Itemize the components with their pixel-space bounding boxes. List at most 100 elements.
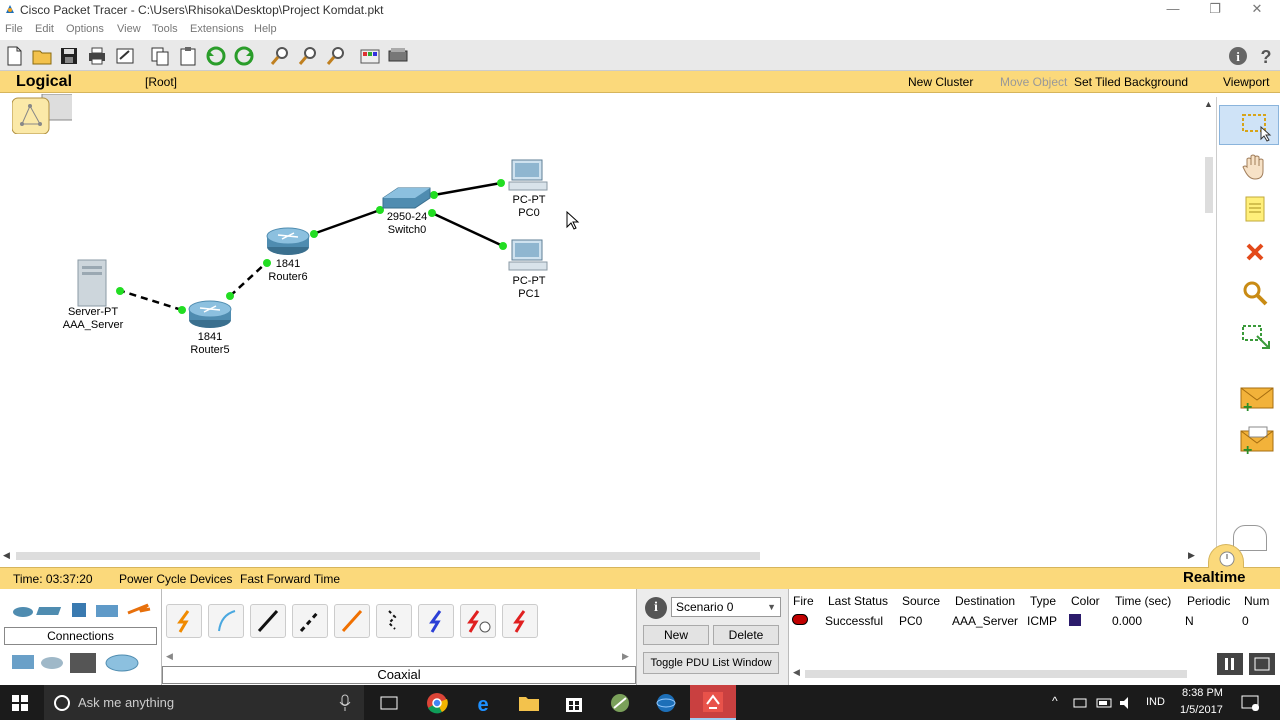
zoom-out-icon[interactable] xyxy=(324,44,348,68)
zoom-reset-icon[interactable] xyxy=(296,44,320,68)
cortana-search-box[interactable]: Ask me anything xyxy=(44,685,364,720)
select-icon[interactable] xyxy=(1237,107,1273,143)
volume-icon[interactable] xyxy=(1118,695,1136,711)
info-icon[interactable]: i xyxy=(1226,44,1250,68)
delete-icon[interactable] xyxy=(1237,234,1273,270)
open-folder-icon[interactable] xyxy=(30,44,54,68)
fire-indicator-icon[interactable] xyxy=(792,614,808,625)
paste-icon[interactable] xyxy=(176,44,200,68)
console-cable-icon[interactable] xyxy=(208,604,244,638)
vertical-scrollbar[interactable]: ▲ xyxy=(1202,97,1216,549)
inspect-icon[interactable] xyxy=(1237,275,1273,311)
menu-file[interactable]: File xyxy=(5,23,23,35)
link-switch0-pc0[interactable] xyxy=(433,181,502,197)
realtime-stopwatch-icon[interactable] xyxy=(1208,544,1244,568)
serial-dte-cable-icon[interactable] xyxy=(502,604,538,638)
menu-edit[interactable]: Edit xyxy=(35,23,54,35)
battery-icon[interactable] xyxy=(1096,695,1114,711)
windows-start-icon[interactable] xyxy=(8,691,32,715)
place-note-icon[interactable] xyxy=(1237,192,1273,228)
custom-device-icon[interactable] xyxy=(386,44,410,68)
packet-tracer-taskbar-button[interactable] xyxy=(690,685,736,720)
device-subcategory-icons[interactable] xyxy=(10,651,155,675)
switch0-icon[interactable] xyxy=(382,187,431,209)
viewport-button[interactable]: Viewport xyxy=(1223,75,1269,89)
pdu-horizontal-scrollbar[interactable]: ◀ xyxy=(789,667,1189,681)
vertical-scroll-thumb[interactable] xyxy=(1205,157,1213,213)
link-router5-router6[interactable] xyxy=(229,262,267,297)
fullscreen-icon[interactable] xyxy=(1249,653,1275,675)
router6-icon[interactable] xyxy=(266,227,310,255)
menu-view[interactable]: View xyxy=(117,23,141,35)
link-switch0-pc1[interactable] xyxy=(431,211,504,248)
conn-scroll-left-icon[interactable]: ◀ xyxy=(166,651,173,662)
edge-browser-icon[interactable]: e xyxy=(471,691,495,716)
chrome-icon[interactable] xyxy=(425,691,449,715)
store-icon[interactable] xyxy=(562,691,586,715)
scenario-select[interactable]: Scenario 0 ▼ xyxy=(671,597,781,617)
zoom-in-icon[interactable] xyxy=(268,44,292,68)
router5-icon[interactable] xyxy=(188,300,232,328)
menu-help[interactable]: Help xyxy=(254,23,277,35)
add-complex-pdu-icon[interactable]: + xyxy=(1235,423,1275,459)
new-cluster-button[interactable]: New Cluster xyxy=(908,75,973,89)
root-breadcrumb[interactable]: [Root] xyxy=(145,75,177,89)
menu-options[interactable]: Options xyxy=(66,23,104,35)
network-workspace[interactable]: Server-PT AAA_Server 1841 Router5 1841 R… xyxy=(0,93,1202,546)
new-scenario-button[interactable]: New xyxy=(643,625,709,645)
activity-wizard-icon[interactable] xyxy=(113,44,137,68)
device-category-icons[interactable] xyxy=(10,599,155,621)
menu-extensions[interactable]: Extensions xyxy=(190,23,244,35)
scroll-left-arrow-icon[interactable]: ◀ xyxy=(3,550,10,561)
minimize-button[interactable]: — xyxy=(1150,0,1196,20)
pdu-table-row[interactable]: Successful PC0 AAA_Server ICMP 0.000 N 0 xyxy=(789,611,1280,629)
menu-tools[interactable]: Tools xyxy=(152,23,178,35)
realtime-mode-label[interactable]: Realtime xyxy=(1183,569,1246,586)
task-view-icon[interactable] xyxy=(377,691,401,715)
microphone-icon[interactable] xyxy=(338,694,352,712)
link-router6-switch0[interactable] xyxy=(312,208,381,236)
server-icon[interactable] xyxy=(77,259,107,307)
new-file-icon[interactable] xyxy=(2,44,26,68)
coaxial-cable-icon[interactable] xyxy=(418,604,454,638)
network-app-icon[interactable] xyxy=(654,691,678,715)
restore-button[interactable]: ❐ xyxy=(1192,0,1238,20)
file-explorer-icon[interactable] xyxy=(517,691,541,715)
conn-scroll-right-icon[interactable]: ▶ xyxy=(622,651,629,662)
delete-scenario-button[interactable]: Delete xyxy=(713,625,779,645)
link-server-router5[interactable] xyxy=(117,288,183,312)
show-hidden-icons-icon[interactable]: ^ xyxy=(1052,694,1058,708)
move-object-button[interactable]: Move Object xyxy=(1000,75,1067,89)
fast-forward-time-button[interactable]: Fast Forward Time xyxy=(240,572,340,586)
action-center-icon[interactable] xyxy=(1240,694,1260,712)
logical-tab[interactable]: Logical xyxy=(16,73,72,91)
move-hand-icon[interactable] xyxy=(1237,149,1273,185)
horizontal-scrollbar[interactable]: ◀ ▶ xyxy=(0,549,1202,563)
straight-through-cable-icon[interactable] xyxy=(250,604,286,638)
serial-dce-cable-icon[interactable] xyxy=(460,604,496,638)
taskbar-clock-date[interactable]: 1/5/2017 xyxy=(1180,704,1223,716)
scroll-up-arrow-icon[interactable]: ▲ xyxy=(1204,99,1213,109)
pc0-icon[interactable] xyxy=(508,159,548,191)
undo-icon[interactable] xyxy=(204,44,228,68)
copy-icon[interactable] xyxy=(148,44,172,68)
scenario-info-icon[interactable]: i xyxy=(645,597,667,619)
horizontal-scroll-thumb[interactable] xyxy=(16,552,760,560)
fiber-cable-icon[interactable] xyxy=(334,604,370,638)
resize-shape-icon[interactable] xyxy=(1237,319,1273,355)
auto-connection-icon[interactable] xyxy=(166,604,202,638)
pdu-scroll-thumb[interactable] xyxy=(805,670,1187,678)
phone-cable-icon[interactable] xyxy=(376,604,412,638)
close-button[interactable]: ✕ xyxy=(1234,0,1280,20)
pause-icon[interactable] xyxy=(1217,653,1243,675)
power-cycle-devices-button[interactable]: Power Cycle Devices xyxy=(119,572,232,586)
toggle-pdu-list-button[interactable]: Toggle PDU List Window xyxy=(643,652,779,674)
scroll-right-arrow-icon[interactable]: ▶ xyxy=(1188,550,1195,561)
pdu-scroll-left-icon[interactable]: ◀ xyxy=(793,667,800,678)
help-icon[interactable]: ? xyxy=(1254,44,1278,68)
app-taskbar-icon[interactable] xyxy=(608,691,632,715)
network-status-icon[interactable] xyxy=(1072,695,1090,711)
pc1-icon[interactable] xyxy=(508,239,548,271)
crossover-cable-icon[interactable] xyxy=(292,604,328,638)
save-icon[interactable] xyxy=(57,44,81,68)
